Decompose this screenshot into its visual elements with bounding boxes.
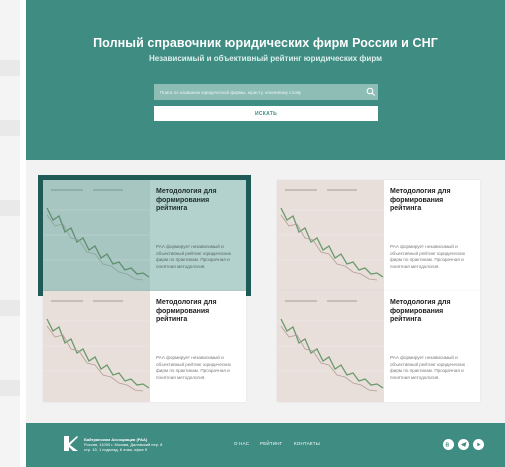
card-title[interactable]: Методология для формирования рейтинга [390, 299, 476, 325]
card-image [43, 291, 150, 402]
page-frame: Полный справочник юридических фирм Росси… [26, 0, 505, 467]
side-panel-segment [0, 60, 20, 76]
card-title[interactable]: Методология для формирования рейтинга [156, 188, 242, 214]
telegram-icon[interactable] [458, 439, 469, 450]
company-info: Байтранском Ассоциация (РАА) Россия, 110… [84, 437, 164, 452]
side-panel-segment [0, 120, 20, 136]
company-address-line2: стр. 15, 1 подъезд, 6 этаж, офис 9 [84, 447, 148, 452]
card-methodology-3[interactable]: Методология для формирования рейтинга РА… [43, 291, 246, 402]
card-description: РАА формирует независимый и объективный … [390, 244, 466, 269]
search-input[interactable] [154, 84, 378, 100]
nav-link-about[interactable]: О НАС [234, 441, 249, 446]
youtube-icon[interactable] [473, 439, 484, 450]
vk-icon[interactable]: B [443, 439, 454, 450]
card-image [277, 180, 384, 291]
card-description: РАА формирует независимый и объективный … [390, 355, 466, 380]
side-panel-segment [0, 200, 20, 216]
card-description: РАА формирует независимый и объективный … [156, 244, 232, 269]
side-panel-edge [0, 0, 20, 467]
hero-banner: Полный справочник юридических фирм Росси… [26, 0, 505, 160]
side-panel-segment [0, 380, 20, 396]
card-title[interactable]: Методология для формирования рейтинга [156, 299, 242, 325]
card-description: РАА формирует независимый и объективный … [156, 355, 232, 380]
card-methodology-1[interactable]: Методология для формирования рейтинга РА… [38, 175, 251, 296]
card-methodology-2[interactable]: Методология для формирования рейтинга РА… [277, 180, 480, 291]
logo-icon[interactable] [63, 435, 79, 453]
side-panel-segment [0, 300, 20, 316]
nav-link-rating[interactable]: РЕЙТИНГ [260, 441, 282, 446]
card-methodology-4[interactable]: Методология для формирования рейтинга РА… [277, 291, 480, 402]
nav-link-contacts[interactable]: КОНТАКТЫ [294, 441, 320, 446]
page-subtitle: Независимый и объективный рейтинг юридич… [148, 54, 383, 63]
svg-text:B: B [446, 443, 450, 449]
search-icon[interactable] [366, 87, 376, 97]
card-image [43, 180, 150, 291]
search-button[interactable]: ИСКАТЬ [154, 106, 378, 121]
card-image [277, 291, 384, 402]
page-title: Полный справочник юридических фирм Росси… [93, 36, 438, 50]
footer: Байтранском Ассоциация (РАА) Россия, 110… [26, 423, 505, 467]
cards-grid: Методология для формирования рейтинга РА… [38, 175, 488, 402]
card-title[interactable]: Методология для формирования рейтинга [390, 188, 476, 214]
